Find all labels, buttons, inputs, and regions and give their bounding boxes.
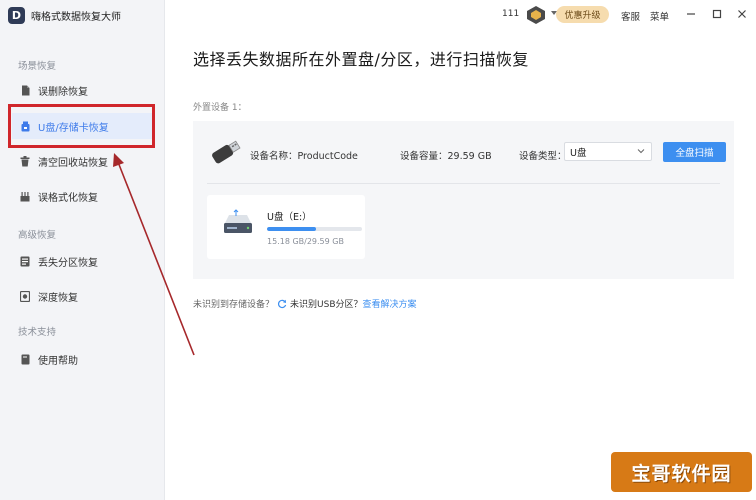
section-label-advanced: 高级恢复 bbox=[18, 230, 57, 241]
usb-drive-icon bbox=[208, 136, 244, 168]
full-scan-button[interactable]: 全盘扫描 bbox=[663, 142, 726, 162]
sidebar-item-usb-card-recovery[interactable]: U盘/存储卡恢复 bbox=[12, 113, 152, 139]
view-solution-link[interactable]: 查看解决方案 bbox=[363, 297, 417, 310]
deep-scan-icon bbox=[20, 290, 30, 302]
sidebar-item-label: 深度恢复 bbox=[38, 292, 78, 304]
maximize-icon[interactable] bbox=[711, 8, 723, 20]
format-icon bbox=[20, 191, 30, 202]
device-capacity: 设备容量：29.59 GB bbox=[400, 151, 492, 162]
divider bbox=[207, 183, 720, 184]
partition-card[interactable]: U盘（E:） 15.18 GB/29.59 GB bbox=[207, 195, 365, 259]
menu-link[interactable]: 菜单 bbox=[650, 9, 669, 23]
trash-icon bbox=[20, 155, 30, 167]
chevron-down-icon bbox=[637, 147, 645, 155]
points-count: 111 bbox=[502, 9, 520, 19]
usb-card-icon bbox=[20, 121, 30, 132]
page-title: 选择丢失数据所在外置盘/分区，进行扫描恢复 bbox=[193, 50, 529, 69]
device-type-select[interactable]: U盘 bbox=[564, 142, 652, 161]
usb-partition-text: 未识别USB分区？ bbox=[290, 300, 363, 310]
section-label-support: 技术支持 bbox=[18, 327, 57, 338]
upgrade-button[interactable]: 优惠升级 bbox=[556, 6, 609, 23]
sidebar-item-label: 使用帮助 bbox=[38, 355, 78, 367]
partition-size: 15.18 GB/29.59 GB bbox=[267, 237, 344, 246]
device-row: 设备名称：ProductCode 设备容量：29.59 GB 设备类型： U盘 … bbox=[193, 121, 734, 183]
sidebar-item-label: 丢失分区恢复 bbox=[38, 257, 98, 269]
close-icon[interactable] bbox=[736, 8, 748, 20]
device-type-label: 设备类型： bbox=[519, 151, 567, 162]
sidebar-item-label: 清空回收站恢复 bbox=[38, 157, 108, 169]
device-name: 设备名称：ProductCode bbox=[250, 151, 358, 162]
sidebar-item-label: 误删除恢复 bbox=[38, 86, 88, 98]
title-bar: 111 优惠升级 客服 菜单 bbox=[165, 0, 756, 30]
sidebar-item-lost-partition-recovery[interactable]: 丢失分区恢复 bbox=[12, 248, 152, 274]
device-not-found-text: 未识别到存储设备？ bbox=[193, 300, 275, 310]
device-type-value: U盘 bbox=[570, 147, 587, 159]
minimize-icon[interactable] bbox=[685, 8, 697, 20]
app-logo: D bbox=[8, 6, 25, 24]
section-label-scene: 场景恢复 bbox=[18, 61, 57, 72]
help-line: 未识别到存储设备？ 未识别USB分区？ 查看解决方案 bbox=[193, 297, 417, 310]
external-device-label: 外置设备 1： bbox=[193, 103, 247, 113]
sidebar-item-label: 误格式化恢复 bbox=[38, 192, 98, 204]
device-panel: 设备名称：ProductCode 设备容量：29.59 GB 设备类型： U盘 … bbox=[193, 121, 734, 279]
file-icon bbox=[20, 85, 30, 96]
drive-icon bbox=[221, 209, 255, 239]
sidebar-item-deep-recovery[interactable]: 深度恢复 bbox=[12, 283, 152, 309]
partition-name: U盘（E:） bbox=[267, 212, 312, 223]
help-book-icon bbox=[20, 354, 30, 365]
customer-service-link[interactable]: 客服 bbox=[621, 9, 640, 23]
sidebar-item-help[interactable]: 使用帮助 bbox=[12, 346, 152, 372]
app-title: 嗨格式数据恢复大师 bbox=[31, 11, 121, 23]
watermark: 宝哥软件园 bbox=[611, 452, 752, 492]
sidebar-item-format-recovery[interactable]: 误格式化恢复 bbox=[12, 183, 152, 209]
refresh-icon[interactable] bbox=[277, 299, 287, 309]
usage-bar bbox=[267, 227, 362, 231]
usage-bar-fill bbox=[267, 227, 316, 231]
sidebar-item-deleted-recovery[interactable]: 误删除恢复 bbox=[12, 77, 152, 103]
watermark-text: 宝哥软件园 bbox=[631, 462, 732, 485]
avatar[interactable] bbox=[525, 5, 547, 25]
partition-icon bbox=[20, 256, 30, 267]
sidebar-item-label: U盘/存储卡恢复 bbox=[38, 122, 109, 134]
sidebar: D 嗨格式数据恢复大师 场景恢复 误删除恢复 U盘/存储卡恢复 清空回收站恢复 … bbox=[0, 0, 165, 500]
app-header: D 嗨格式数据恢复大师 bbox=[0, 0, 165, 30]
sidebar-item-recycle-bin-recovery[interactable]: 清空回收站恢复 bbox=[12, 148, 152, 174]
